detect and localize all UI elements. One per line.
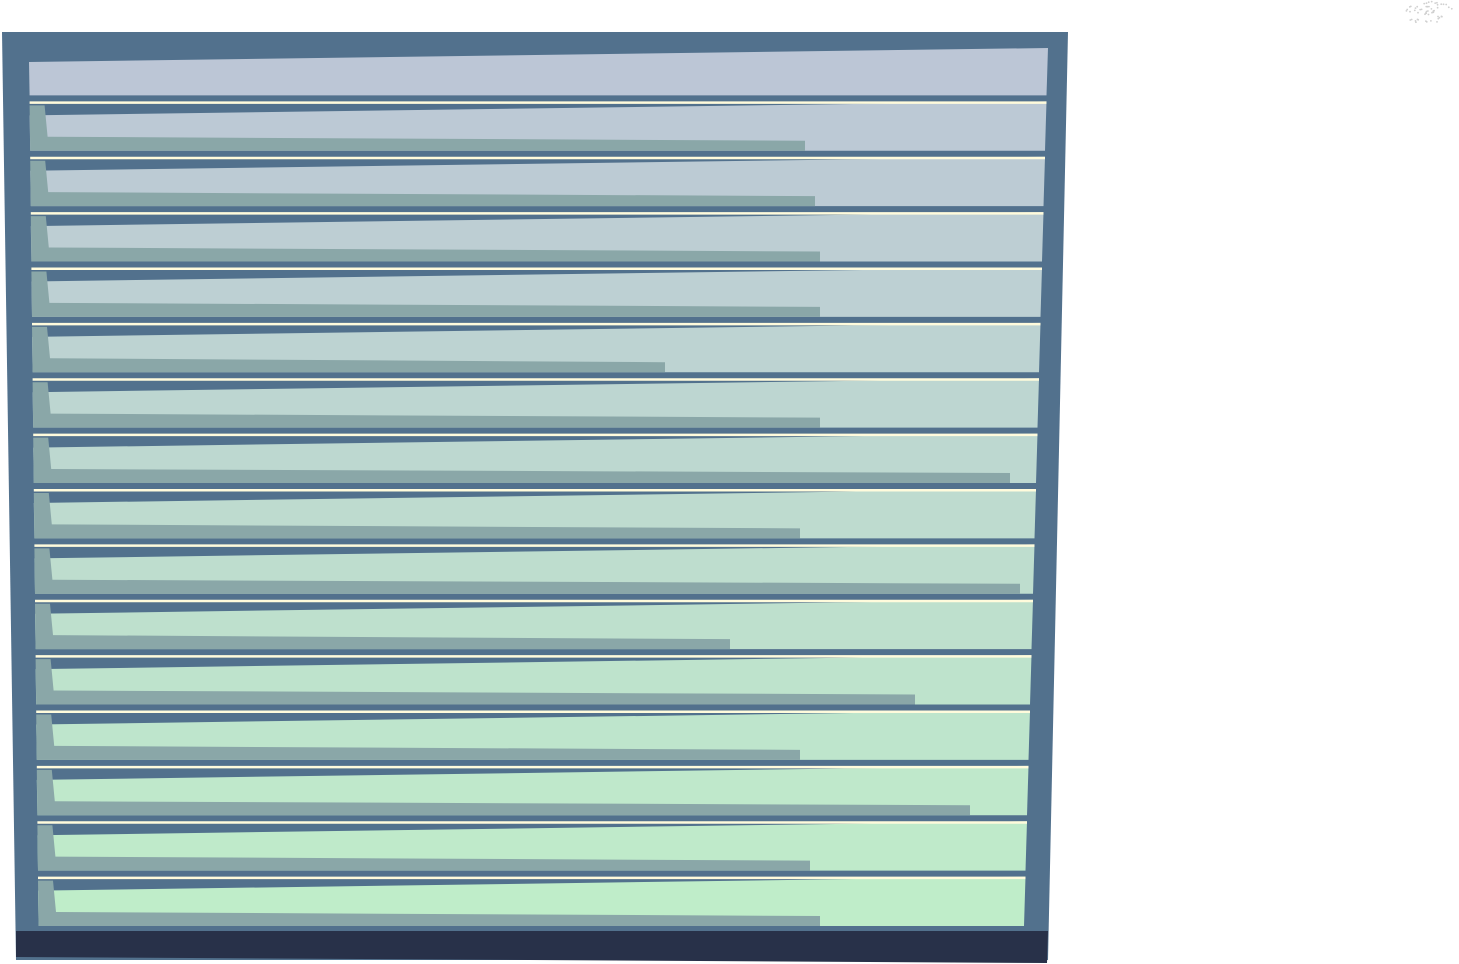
corner-texture-dot xyxy=(1440,15,1443,18)
corner-texture-dot xyxy=(1427,1,1430,4)
corner-texture-dot xyxy=(1430,0,1433,3)
slat-highlight xyxy=(38,876,1026,880)
corner-texture-dot xyxy=(1409,5,1412,8)
corner-texture-dot xyxy=(1430,20,1432,22)
corner-texture-dot xyxy=(1409,10,1411,13)
corner-texture-dot xyxy=(1419,8,1422,11)
corner-texture-dot xyxy=(1426,5,1429,8)
corner-texture-dot xyxy=(1414,20,1417,22)
slat-highlight xyxy=(33,489,1037,492)
corner-texture-dot xyxy=(1416,18,1419,21)
corner-texture-dot xyxy=(1436,21,1438,23)
corner-texture-dot xyxy=(1406,8,1409,11)
corner-texture-dot xyxy=(1414,7,1417,9)
corner-texture-dot xyxy=(1427,13,1430,16)
slat-highlight xyxy=(36,765,1029,769)
corner-texture-dot xyxy=(1427,10,1429,12)
corner-texture-dot xyxy=(1425,2,1428,5)
rolling-shutter-illustration xyxy=(2,0,1453,963)
slat-highlight xyxy=(30,212,1044,215)
corner-texture-dot xyxy=(1437,15,1439,18)
slat-highlight xyxy=(32,378,1040,381)
corner-texture-dot xyxy=(1436,6,1439,9)
slat-highlight xyxy=(35,599,1033,603)
slat-highlight xyxy=(37,821,1027,824)
slat-highlight xyxy=(31,267,1042,270)
corner-texture-dot xyxy=(1445,3,1448,6)
corner-texture-dot xyxy=(1447,6,1450,9)
corner-texture-dot xyxy=(1430,7,1433,10)
slat-highlight xyxy=(35,655,1032,658)
corner-texture-dot xyxy=(1436,1,1438,4)
corner-texture-dot xyxy=(1442,3,1445,6)
corner-texture-dot xyxy=(1425,21,1428,23)
corner-texture-dot xyxy=(1438,16,1441,19)
corner-texture-dot xyxy=(1440,3,1443,6)
slat-highlight xyxy=(36,710,1030,713)
corner-texture-dot xyxy=(1434,2,1437,4)
corner-texture-dot xyxy=(1450,7,1453,10)
slat-highlight xyxy=(29,101,1047,104)
slat-highlight xyxy=(30,156,1045,160)
slat-highlight xyxy=(32,322,1041,326)
corner-texture-dot xyxy=(1432,11,1435,14)
corner-texture-dot xyxy=(1416,5,1419,8)
corner-texture-dot xyxy=(1413,9,1416,12)
slat-highlight xyxy=(34,544,1035,547)
corner-texture-dot xyxy=(1409,19,1412,21)
corner-texture-dot xyxy=(1423,2,1426,5)
corner-texture-dot xyxy=(1417,11,1419,14)
corner-texture-dot xyxy=(1436,3,1439,6)
slat-highlight xyxy=(33,433,1038,437)
